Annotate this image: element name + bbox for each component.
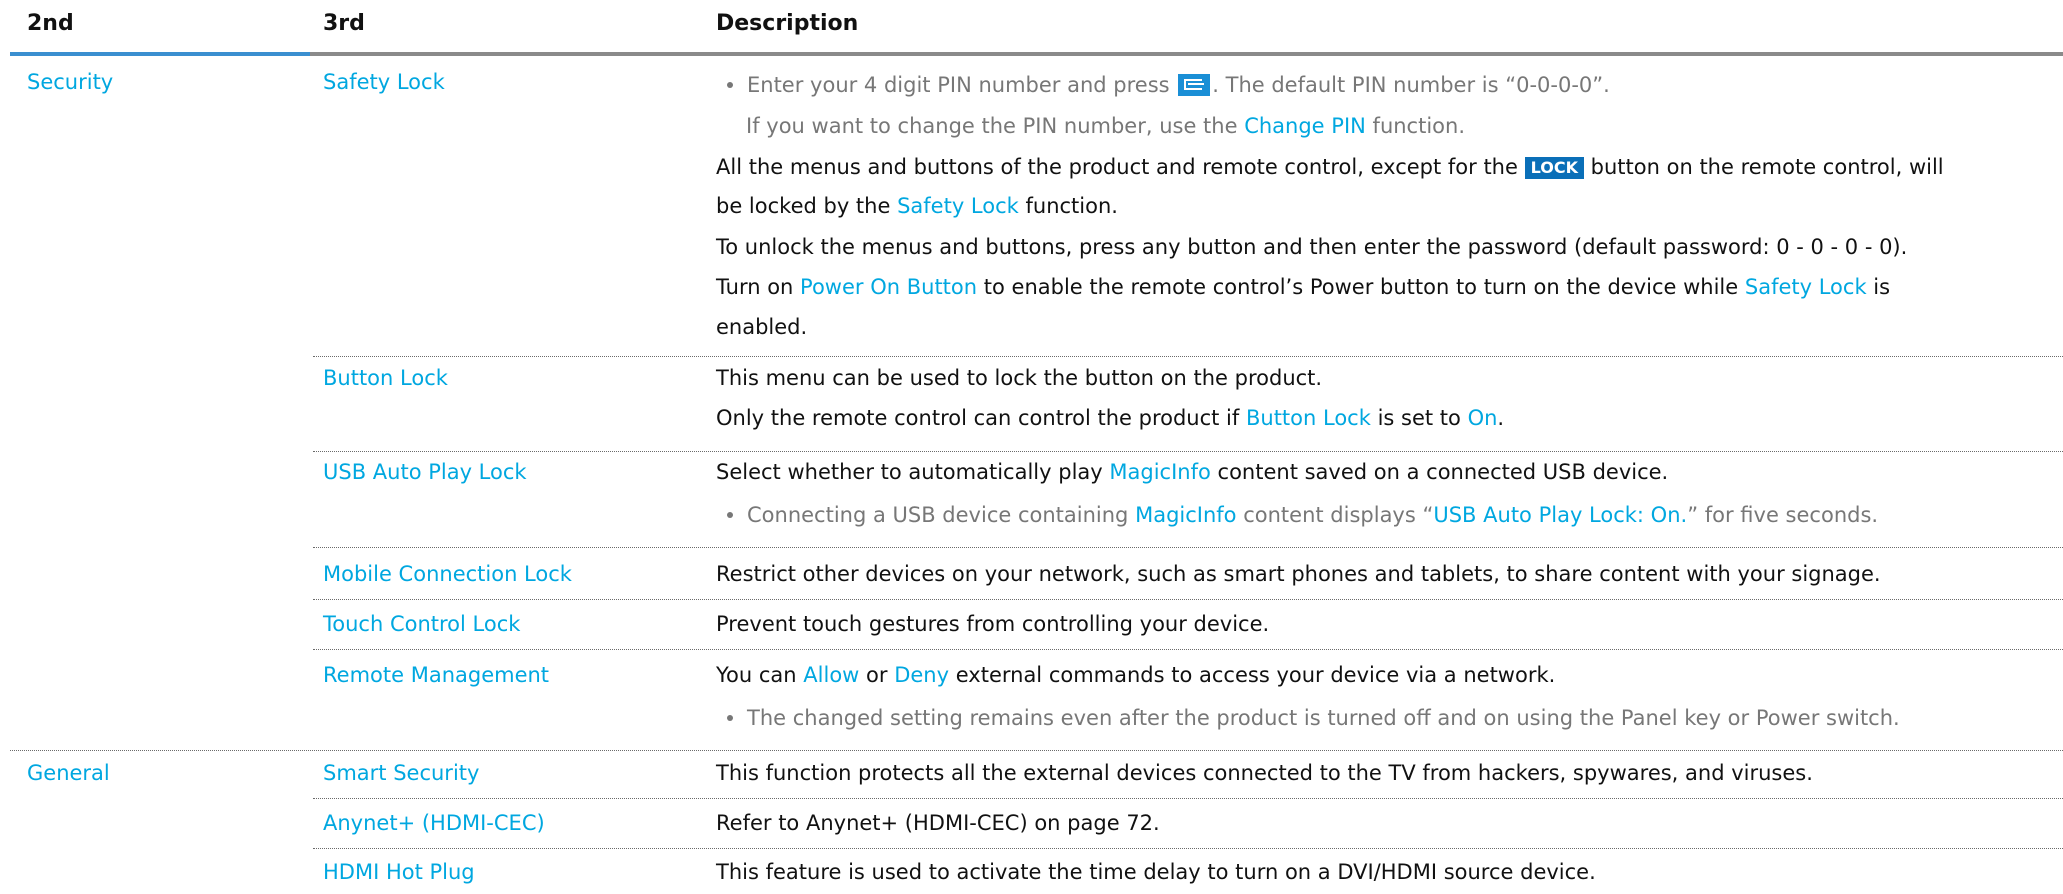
text: on page (1034, 811, 1120, 835)
text: The changed setting remains even after t… (747, 706, 1900, 730)
link-deny[interactable]: Deny (894, 663, 949, 687)
header-accent-bar (10, 52, 310, 56)
row-divider (313, 451, 2063, 452)
bullet-dot (727, 512, 733, 518)
safety-lock-bullet-line2: If you want to change the PIN number, us… (746, 114, 1465, 138)
page-number: 72 (1126, 811, 1154, 835)
text: button on the remote control, will (1590, 155, 1944, 179)
row-divider (313, 649, 2063, 650)
text: external commands to access your device … (955, 663, 1556, 687)
link-allow[interactable]: Allow (803, 663, 859, 687)
text: . (1497, 406, 1505, 430)
usb-lock-para1: Select whether to automatically play Mag… (716, 460, 1668, 484)
row-divider (313, 356, 2063, 357)
text: ” for five seconds. (1687, 503, 1879, 527)
safety-lock-bullet: Enter your 4 digit PIN number and press … (727, 73, 1610, 97)
menu-remote-management[interactable]: Remote Management (323, 663, 549, 687)
smart-security-para1: This function protects all the external … (716, 761, 1813, 785)
menu-hdmi-hot-plug[interactable]: HDMI Hot Plug (323, 860, 475, 884)
menu-mobile-connection-lock[interactable]: Mobile Connection Lock (323, 562, 572, 586)
hdmi-hot-plug-para1: This feature is used to activate the tim… (716, 860, 1596, 884)
bullet-dot (727, 715, 733, 721)
bullet-dot (727, 82, 733, 88)
text: content saved on a connected USB device. (1217, 460, 1669, 484)
text: Enter your 4 digit PIN number and press (747, 73, 1170, 97)
safety-lock-para3: Turn on Power On Button to enable the re… (716, 275, 1890, 299)
row-divider (313, 599, 2063, 600)
text: . The default PIN number is “0-0-0-0”. (1212, 73, 1610, 97)
enter-key-icon (1178, 74, 1211, 96)
remote-mgmt-bullet: The changed setting remains even after t… (727, 706, 1900, 730)
row-divider (313, 848, 2063, 849)
lock-key-icon: LOCK (1524, 157, 1584, 179)
menu-safety-lock[interactable]: Safety Lock (323, 70, 445, 94)
link-usb-auto-play-lock-on[interactable]: USB Auto Play Lock: On. (1433, 503, 1687, 527)
text: Turn on (716, 275, 794, 299)
link-safety-lock[interactable]: Safety Lock (897, 194, 1019, 218)
text: Select whether to automatically play (716, 460, 1103, 484)
menu-touch-control-lock[interactable]: Touch Control Lock (323, 612, 520, 636)
anynet-para1: Refer to Anynet+ (HDMI-CEC) on page 72. (716, 811, 1160, 835)
link-magicinfo-2[interactable]: MagicInfo (1135, 503, 1236, 527)
text: If you want to change the PIN number, us… (746, 114, 1238, 138)
safety-lock-para1: All the menus and buttons of the product… (716, 155, 1944, 179)
section-security[interactable]: Security (27, 70, 113, 94)
text: content displays “ (1243, 503, 1434, 527)
link-safety-lock-2[interactable]: Safety Lock (1745, 275, 1867, 299)
link-button-lock[interactable]: Button Lock (1246, 406, 1371, 430)
safety-lock-para3-line2: enabled. (716, 315, 808, 339)
text: is set to (1377, 406, 1461, 430)
link-power-on-button[interactable]: Power On Button (800, 275, 977, 299)
link-magicinfo[interactable]: MagicInfo (1109, 460, 1210, 484)
section-divider (10, 750, 2063, 751)
text: Only the remote control can control the … (716, 406, 1240, 430)
menu-anynet[interactable]: Anynet+ (HDMI-CEC) (323, 811, 545, 835)
remote-mgmt-para1: You can Allow or Deny external commands … (716, 663, 1555, 687)
button-lock-para1: This menu can be used to lock the button… (716, 366, 1323, 390)
text: Connecting a USB device containing (747, 503, 1129, 527)
table-header: 2nd 3rd Description (10, 0, 2063, 56)
text: Refer to (716, 811, 800, 835)
menu-button-lock[interactable]: Button Lock (323, 366, 448, 390)
text: is (1873, 275, 1891, 299)
button-lock-para2: Only the remote control can control the … (716, 406, 1504, 430)
text: to enable the remote control’s Power but… (983, 275, 1739, 299)
text: You can (716, 663, 797, 687)
row-divider (313, 547, 2063, 548)
usb-lock-bullet: Connecting a USB device containing Magic… (727, 503, 1878, 527)
menu-smart-security[interactable]: Smart Security (323, 761, 479, 785)
text: function. (1372, 114, 1466, 138)
text: function. (1025, 194, 1118, 218)
header-2nd: 2nd (27, 11, 74, 36)
safety-lock-para2: To unlock the menus and buttons, press a… (716, 235, 1908, 259)
text: . (1153, 811, 1160, 835)
link-change-pin[interactable]: Change PIN (1244, 114, 1366, 138)
text: be locked by the (716, 194, 891, 218)
text: All the menus and buttons of the product… (716, 155, 1518, 179)
section-general[interactable]: General (27, 761, 110, 785)
link-on[interactable]: On (1468, 406, 1498, 430)
menu-usb-auto-play-lock[interactable]: USB Auto Play Lock (323, 460, 527, 484)
anynet-ref: Anynet+ (HDMI-CEC) (805, 811, 1028, 835)
header-3rd: 3rd (323, 11, 365, 36)
row-divider (313, 798, 2063, 799)
header-description: Description (716, 11, 859, 36)
safety-lock-para1-line2: be locked by the Safety Lock function. (716, 194, 1118, 218)
touch-lock-para1: Prevent touch gestures from controlling … (716, 612, 1270, 636)
text: or (866, 663, 888, 687)
mobile-lock-para1: Restrict other devices on your network, … (716, 562, 1881, 586)
